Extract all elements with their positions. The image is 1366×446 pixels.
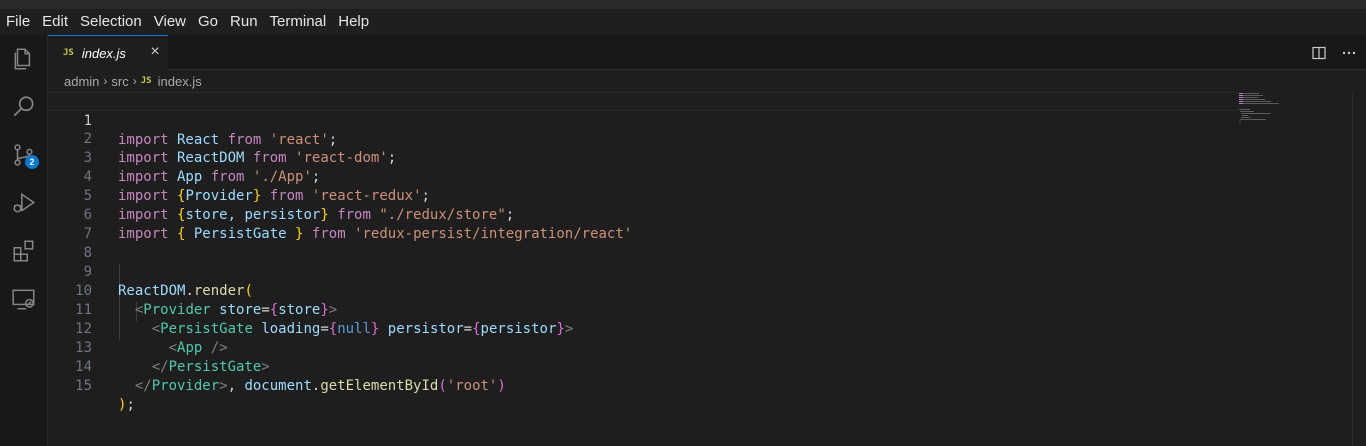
window-top-strip [0,0,1366,9]
extensions-button[interactable] [0,227,48,275]
menu-go[interactable]: Go [192,9,224,35]
split-editor-button[interactable] [1306,40,1332,66]
js-file-icon: JS [140,76,152,86]
menu-edit[interactable]: Edit [36,9,74,35]
js-file-icon: JS [63,48,74,58]
code-line: 2 import ReactDOM from 'react-dom'; [48,111,1238,166]
code-line: 7 [48,206,1238,242]
code-line: 11 <PersistGate loading={null} persistor… [48,282,1238,337]
run-debug-icon [13,192,36,213]
tab-index-js[interactable]: JS index.js × [48,35,168,70]
code-line: 13 </PersistGate> [48,320,1238,375]
menu-selection[interactable]: Selection [74,9,148,35]
editor-actions [1306,35,1366,70]
menu-help[interactable]: Help [332,9,375,35]
code-line: 1 import React from 'react'; [48,92,1238,148]
extensions-icon [13,240,34,262]
more-actions-button[interactable] [1336,40,1362,66]
more-actions-icon [1342,51,1356,54]
code-editor[interactable]: 1 import React from 'react'; 2 import Re… [48,92,1366,446]
tab-title: index.js [81,45,126,61]
code-line: 15 ); [48,358,1238,413]
run-debug-button[interactable] [0,179,48,227]
line-number: 15 [75,378,92,394]
menu-view[interactable]: View [148,9,192,35]
remote-explorer-icon [12,289,35,310]
code-line: 6 import { PersistGate } from 'redux-per… [48,187,1238,242]
source-control-button[interactable]: 2 [0,131,48,179]
code-line: 3 import App from './App'; [48,130,1238,185]
search-button[interactable] [0,83,48,131]
code-line: 12 <App /> [48,301,1238,356]
code-text: </Provider>, document.getElementById('ro… [134,378,506,394]
breadcrumb-file[interactable]: index.js [158,74,202,89]
breadcrumb: admin › src › JS index.js [48,70,1366,92]
menu-file[interactable]: File [0,9,36,35]
menu-terminal[interactable]: Terminal [264,9,333,35]
code-line: 14 </Provider>, document.getElementById(… [48,339,1238,394]
code-line: 4 import {Provider} from 'react-redux'; [48,149,1238,204]
vertical-scrollbar[interactable] [1352,92,1366,446]
search-icon [13,96,34,117]
explorer-button[interactable] [0,35,48,83]
tab-bar: JS index.js × [48,35,1366,70]
explorer-icon [14,48,31,70]
source-control-badge: 2 [25,155,39,169]
chevron-right-icon: › [103,74,108,88]
code-text: ); [118,397,135,413]
split-editor-icon [1312,46,1326,59]
remote-explorer-button[interactable] [0,275,48,323]
menu-run[interactable]: Run [224,9,264,35]
code-line: 10 <Provider store={store}> [48,263,1238,318]
code-line: 5 import {store, persistor} from "./redu… [48,168,1238,223]
breadcrumb-src[interactable]: src [111,74,128,89]
tab-close-button[interactable]: × [147,44,163,60]
minimap[interactable] [1238,92,1308,132]
code-line: 8 [48,225,1238,261]
chevron-right-icon: › [132,74,137,88]
breadcrumb-admin[interactable]: admin [64,74,99,89]
activity-bar: 2 [0,35,48,446]
menu-bar: File Edit Selection View Go Run Terminal… [0,9,1366,35]
code-line: 9 ReactDOM.render( [48,244,1238,299]
